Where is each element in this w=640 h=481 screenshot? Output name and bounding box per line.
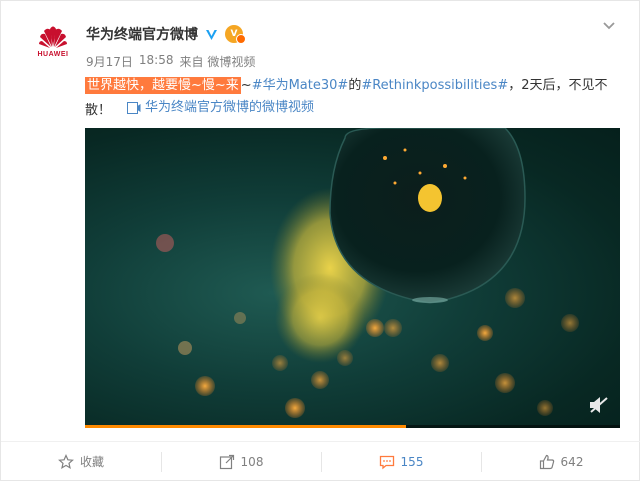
repost-count: 108	[240, 454, 264, 469]
video-icon	[127, 102, 141, 114]
post-time[interactable]: 18:58	[139, 53, 174, 70]
post-meta: 9月17日 18:58 来自 微博视频	[86, 53, 255, 70]
thumbs-up-icon	[539, 454, 554, 469]
dropdown-chevron-icon[interactable]	[601, 17, 617, 33]
verified-icon[interactable]	[204, 26, 219, 42]
tilde-text: ~	[240, 78, 252, 93]
video-progress-bar	[85, 425, 406, 428]
avatar[interactable]: HUAWEI	[23, 21, 83, 71]
post-text: 世界越快，越要慢~慢~来 ~#华为Mate30#的#Rethinkpossibil…	[85, 75, 615, 122]
author-name[interactable]: 华为终端官方微博	[86, 24, 198, 44]
repost-button[interactable]: 108	[161, 442, 321, 481]
author-row: 华为终端官方微博 V	[86, 23, 246, 45]
video-frame-image	[156, 128, 579, 418]
like-button[interactable]: 642	[481, 442, 640, 481]
favorite-button[interactable]: 收藏	[1, 442, 161, 481]
action-bar: 收藏 108 155 642	[1, 441, 640, 481]
like-count: 642	[560, 454, 584, 469]
share-icon	[219, 454, 234, 469]
favorite-label: 收藏	[79, 455, 104, 469]
post-source[interactable]: 来自 微博视频	[180, 53, 256, 70]
connector-text: 的	[348, 78, 362, 93]
comment-count: 155	[400, 454, 424, 469]
mute-icon[interactable]	[588, 396, 610, 414]
comment-icon	[379, 455, 394, 469]
topic-link-rethink[interactable]: #Rethinkpossibilities#	[361, 78, 508, 93]
huawei-logo-icon	[39, 26, 67, 48]
post-date[interactable]: 9月17日	[86, 53, 133, 70]
weibo-post-card: HUAWEI 华为终端官方微博 V 9月17日 18:58 来自 微博视频 世界…	[0, 0, 640, 481]
avatar-brand-text: HUAWEI	[37, 51, 69, 58]
video-player[interactable]	[85, 128, 620, 428]
video-link-label: 华为终端官方微博的微博视频	[145, 100, 315, 115]
comment-button[interactable]: 155	[321, 442, 481, 481]
vip-badge-icon[interactable]: V	[225, 25, 246, 44]
topic-link-mate30[interactable]: #华为Mate30#	[252, 78, 349, 93]
highlight-text: 世界越快，越要慢~慢~来	[85, 77, 241, 94]
star-icon	[58, 453, 74, 469]
video-source-link[interactable]: 华为终端官方微博的微博视频	[127, 97, 314, 119]
